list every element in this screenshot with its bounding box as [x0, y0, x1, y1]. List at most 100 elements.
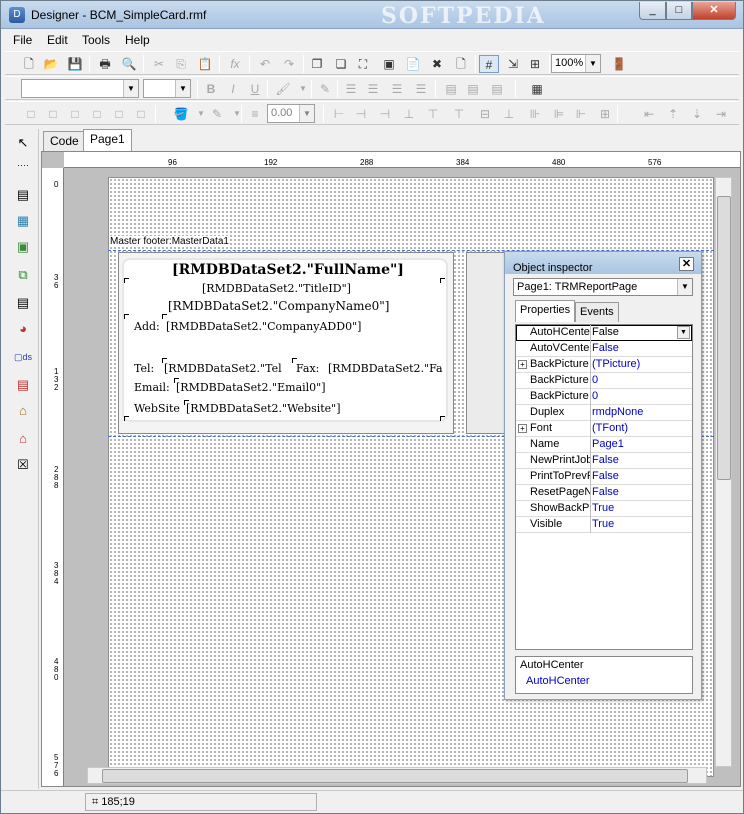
checkbox-tool-icon[interactable]: ⌂ [13, 429, 33, 449]
property-value[interactable]: False [592, 470, 619, 482]
align-right-icon[interactable]: ☰ [387, 80, 407, 98]
tab-page1[interactable]: Page1 [83, 129, 132, 151]
inspector-close-button[interactable]: ✕ [679, 257, 694, 271]
size-to-grid-icon[interactable]: ⊞ [595, 105, 615, 123]
close-button[interactable]: ✕ [692, 2, 736, 20]
bring-to-front-icon[interactable]: ❐ [307, 55, 327, 73]
property-value[interactable]: False [592, 486, 619, 498]
space-horizontal-icon[interactable]: ⊥ [399, 105, 419, 123]
property-row[interactable]: Duplex rmdpNone [516, 405, 692, 421]
align-top-icon[interactable]: ▤ [441, 80, 461, 98]
website-field[interactable]: [RMDBDataSet2."Website"] [186, 402, 341, 415]
property-row[interactable]: NewPrintJob False [516, 453, 692, 469]
align-bottom-edges-icon[interactable]: ⊥ [499, 105, 519, 123]
property-value[interactable]: 0 [592, 390, 598, 402]
property-value[interactable]: rmdpNone [592, 406, 643, 418]
zoom-select[interactable]: 100% ▼ [551, 54, 601, 73]
property-row[interactable]: PrintToPrevP False [516, 469, 692, 485]
align-left-icon[interactable]: ☰ [341, 80, 361, 98]
align-to-grid-icon[interactable]: ⇲ [503, 55, 523, 73]
fill-color-icon[interactable]: 🪣 [171, 105, 191, 123]
horizontal-scrollbar[interactable] [87, 767, 707, 784]
property-row[interactable]: + BackPicture (TPicture) [516, 357, 692, 373]
save-icon[interactable]: 💾 [65, 55, 85, 73]
move-down-icon[interactable]: ⇣ [687, 105, 707, 123]
dbcalc-tool-icon[interactable]: ▢ds [13, 347, 33, 367]
send-to-back-icon[interactable]: ❏ [331, 55, 351, 73]
property-value[interactable]: False [592, 326, 619, 338]
tab-events[interactable]: Events [575, 302, 619, 322]
same-height-icon[interactable]: ⊩ [571, 105, 591, 123]
website-label[interactable]: WebSite [134, 402, 180, 415]
align-bottom-icon[interactable]: ▤ [487, 80, 507, 98]
chevron-down-icon[interactable]: ▼ [293, 80, 313, 98]
redo-icon[interactable]: ↷ [279, 55, 299, 73]
align-left-edges-icon[interactable]: ⊢ [329, 105, 349, 123]
line-width-input[interactable]: 0.00 ▼ [267, 104, 315, 123]
property-row[interactable]: BackPicture 0 [516, 389, 692, 405]
memo-tool-icon[interactable]: ▤ [13, 185, 33, 205]
script-editor-icon[interactable]: ▦ [527, 80, 547, 98]
menu-tools[interactable]: Tools [82, 33, 110, 47]
same-width-icon[interactable]: ⊫ [549, 105, 569, 123]
picture-tool-icon[interactable]: ▣ [13, 237, 33, 257]
frame-right-icon[interactable]: □ [43, 105, 63, 123]
exit-designer-icon[interactable]: 🚪 [609, 55, 629, 73]
font-color-icon[interactable]: 🖌 [273, 80, 293, 98]
maximize-button[interactable]: □ [666, 2, 692, 20]
select-arrow-icon[interactable]: ↖ [13, 133, 33, 153]
cut-icon[interactable]: ✂ [149, 55, 169, 73]
add-label[interactable]: Add: [134, 320, 160, 333]
line-tool-icon[interactable]: ▤ [13, 293, 33, 313]
richtext-tool-icon[interactable]: ▤ [13, 375, 33, 395]
italic-icon[interactable]: I [223, 80, 243, 98]
menu-help[interactable]: Help [125, 33, 150, 47]
insert-page-icon[interactable]: 📄 [403, 55, 423, 73]
subreport-tool-icon[interactable]: ⧉ [13, 265, 33, 285]
page-properties-icon[interactable]: 🗋 [451, 55, 471, 73]
frame-none-icon[interactable]: □ [131, 105, 151, 123]
chevron-down-icon[interactable]: ▼ [123, 80, 138, 97]
tel-field[interactable]: [RMDBDataSet2."Tel [164, 362, 282, 375]
band-tool-icon[interactable]: ···· [13, 155, 33, 175]
print-preview-icon[interactable]: 🔍 [119, 55, 139, 73]
property-value[interactable]: False [592, 342, 619, 354]
email-field[interactable]: [RMDBDataSet2."Email0"] [176, 381, 326, 394]
align-h-centers-icon[interactable]: ⊣ [351, 105, 371, 123]
property-row[interactable]: AutoVCenter False [516, 341, 692, 357]
calculator-tool-icon[interactable]: ▦ [13, 211, 33, 231]
company-field[interactable]: [RMDBDataSet2."CompanyName0"] [168, 299, 389, 313]
align-right-edges-icon[interactable]: ⊣ [375, 105, 395, 123]
delete-page-icon[interactable]: ✖ [427, 55, 447, 73]
tab-code[interactable]: Code [43, 131, 86, 151]
copy-icon[interactable]: ⎘ [171, 55, 191, 73]
cross-tab-icon[interactable]: ☒ [13, 455, 33, 475]
email-label[interactable]: Email: [134, 381, 170, 394]
frame-top-icon[interactable]: □ [65, 105, 85, 123]
chevron-down-icon[interactable]: ▼ [585, 55, 600, 72]
property-value[interactable]: Page1 [592, 438, 624, 450]
tab-properties[interactable]: Properties [515, 300, 576, 322]
property-value[interactable]: (TPicture) [592, 358, 640, 370]
band-label[interactable]: Master footer:MasterData1 [110, 236, 229, 247]
object-inspector[interactable]: Object inspector ✕ Page1: TRMReportPage … [504, 251, 702, 700]
property-value[interactable]: True [592, 502, 614, 514]
fullname-field[interactable]: [RMDBDataSet2."FullName"] [172, 262, 404, 278]
print-icon[interactable]: 🖶 [95, 55, 115, 73]
menu-edit[interactable]: Edit [47, 33, 68, 47]
chevron-down-icon[interactable]: ▼ [677, 279, 692, 295]
bold-icon[interactable]: B [201, 80, 221, 98]
align-v-centers-icon[interactable]: ⊟ [475, 105, 495, 123]
frame-bottom-icon[interactable]: □ [87, 105, 107, 123]
chevron-down-icon[interactable]: ▼ [677, 326, 690, 339]
chevron-down-icon[interactable]: ▼ [175, 80, 190, 97]
property-row[interactable]: Name Page1 [516, 437, 692, 453]
new-file-icon[interactable]: 🗋 [19, 55, 39, 73]
minimize-button[interactable]: _ [639, 2, 666, 20]
property-row[interactable]: ShowBackP True [516, 501, 692, 517]
title-bar[interactable]: D Designer - BCM_SimpleCard.rmf SOFTPEDI… [1, 1, 743, 29]
line-width-icon[interactable]: ≡ [245, 105, 265, 123]
function-icon[interactable]: fx [225, 55, 245, 73]
paste-icon[interactable]: 📋 [195, 55, 215, 73]
chevron-down-icon[interactable]: ▼ [227, 105, 247, 123]
